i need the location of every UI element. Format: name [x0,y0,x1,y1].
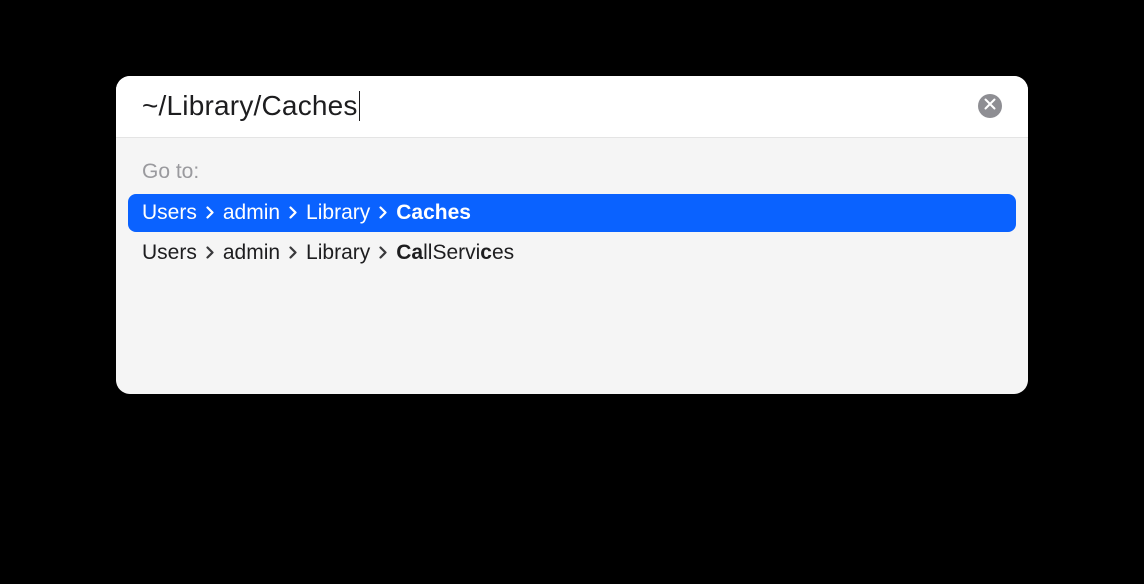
path-input[interactable]: ~/Library/Caches [142,90,966,123]
chevron-right-icon [289,206,297,219]
section-label: Go to: [128,154,1016,194]
path-segment: Users [142,201,197,225]
path-input-text: ~/Library/Caches [142,90,358,121]
path-segment: admin [223,241,280,265]
chevron-right-icon [379,246,387,259]
path-segment: Users [142,241,197,265]
close-icon [984,97,996,115]
chevron-right-icon [289,246,297,259]
path-segment: admin [223,201,280,225]
clear-button[interactable] [978,94,1002,118]
chevron-right-icon [206,206,214,219]
path-result[interactable]: Users admin Library Caches [128,194,1016,232]
path-segment: CallServices [396,241,514,265]
path-segment: Library [306,241,370,265]
go-to-dialog: ~/Library/Caches Go to: Users admin Librar… [116,76,1028,394]
path-segment: Caches [396,201,471,225]
chevron-right-icon [379,206,387,219]
path-result[interactable]: Users admin Library CallServices [128,234,1016,272]
text-cursor [359,91,361,121]
chevron-right-icon [206,246,214,259]
results-panel: Go to: Users admin Library Caches Users admin… [116,138,1028,394]
search-bar: ~/Library/Caches [116,76,1028,138]
path-segment: Library [306,201,370,225]
